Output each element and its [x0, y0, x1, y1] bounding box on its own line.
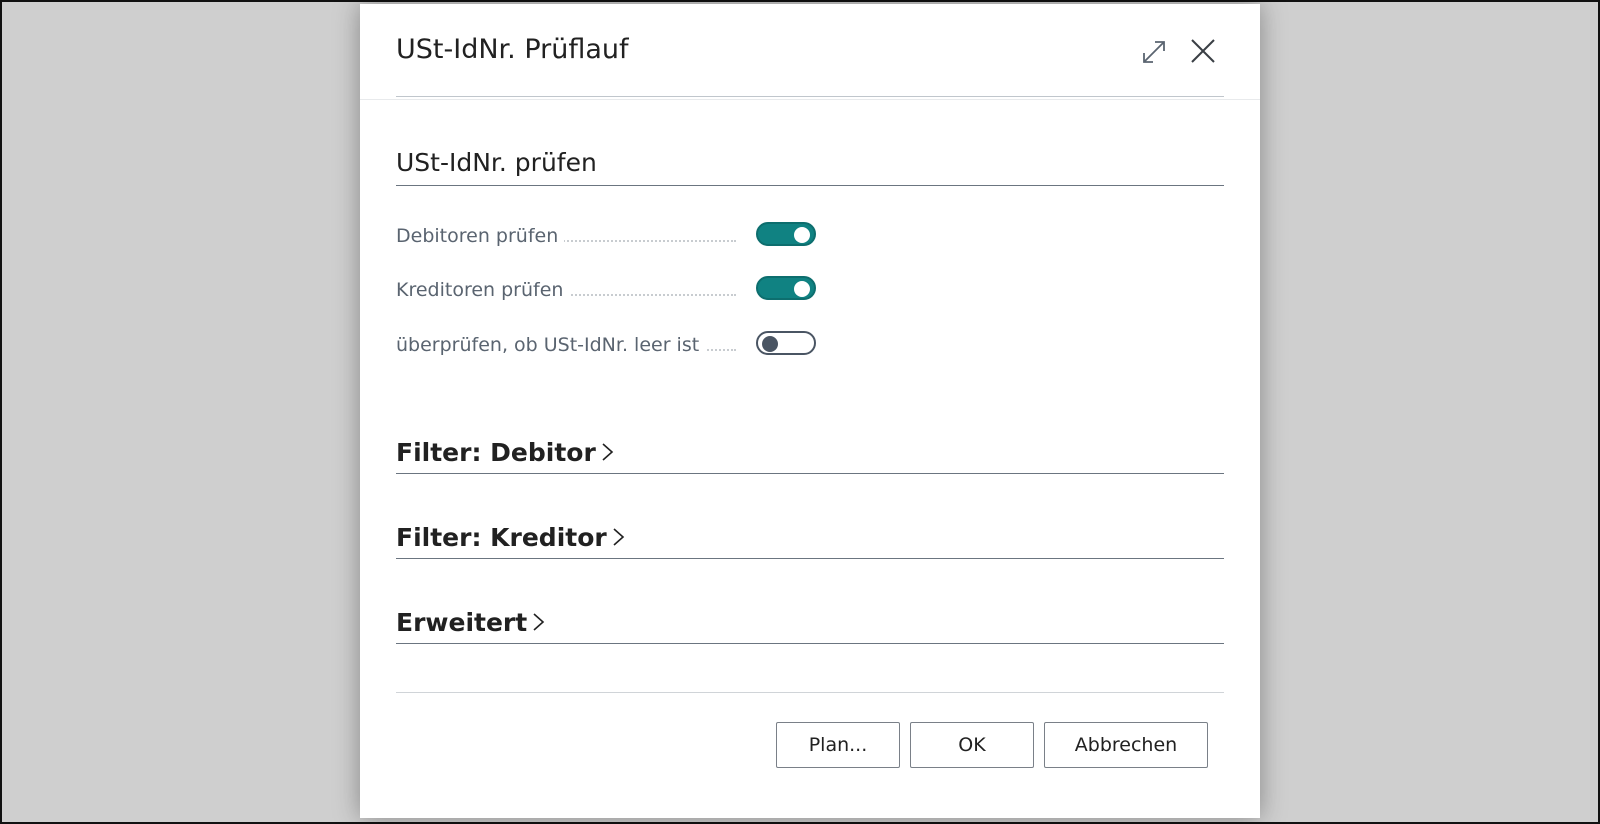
- close-icon: [1191, 39, 1215, 63]
- field-label-kreditoren: Kreditoren prüfen: [396, 279, 570, 301]
- footer-divider: [396, 692, 1224, 693]
- fasttab-erweitert[interactable]: Erweitert: [396, 608, 1224, 644]
- header-divider-light: [360, 99, 1260, 100]
- toggle-kreditoren-pruefen[interactable]: [756, 276, 816, 300]
- fasttab-label: Erweitert: [396, 608, 528, 637]
- ok-button[interactable]: OK: [910, 722, 1034, 768]
- chevron-right-icon: [602, 443, 613, 461]
- field-label-debitoren: Debitoren prüfen: [396, 225, 565, 247]
- expand-icon: [1143, 41, 1165, 63]
- header-divider: [396, 96, 1224, 97]
- dialog-title: USt-IdNr. Prüflauf: [396, 34, 629, 65]
- field-row-leer: überprüfen, ob USt-IdNr. leer ist: [396, 331, 826, 359]
- plan-button[interactable]: Plan...: [776, 722, 900, 768]
- close-button[interactable]: [1188, 36, 1218, 66]
- fasttab-label: Filter: Kreditor: [396, 523, 607, 552]
- expand-button[interactable]: [1140, 38, 1168, 66]
- toggle-knob: [794, 281, 810, 297]
- toggle-knob: [794, 227, 810, 243]
- field-row-kreditoren: Kreditoren prüfen: [396, 276, 826, 304]
- cancel-button[interactable]: Abbrechen: [1044, 722, 1208, 768]
- chevron-right-icon: [533, 613, 545, 631]
- field-label-leer: überprüfen, ob USt-IdNr. leer ist: [396, 334, 706, 356]
- chevron-right-icon: [613, 528, 624, 546]
- fasttab-label: Filter: Debitor: [396, 438, 596, 467]
- toggle-debitoren-pruefen[interactable]: [756, 222, 816, 246]
- fasttab-filter-debitor[interactable]: Filter: Debitor: [396, 438, 1224, 474]
- field-row-debitoren: Debitoren prüfen: [396, 222, 826, 250]
- section-title: USt-IdNr. prüfen: [396, 148, 1224, 186]
- dialog: USt-IdNr. Prüflauf USt-IdNr. prüfen Debi…: [360, 4, 1260, 818]
- fasttab-filter-kreditor[interactable]: Filter: Kreditor: [396, 523, 1224, 559]
- toggle-knob: [762, 336, 778, 352]
- toggle-ustidnr-leer[interactable]: [756, 331, 816, 355]
